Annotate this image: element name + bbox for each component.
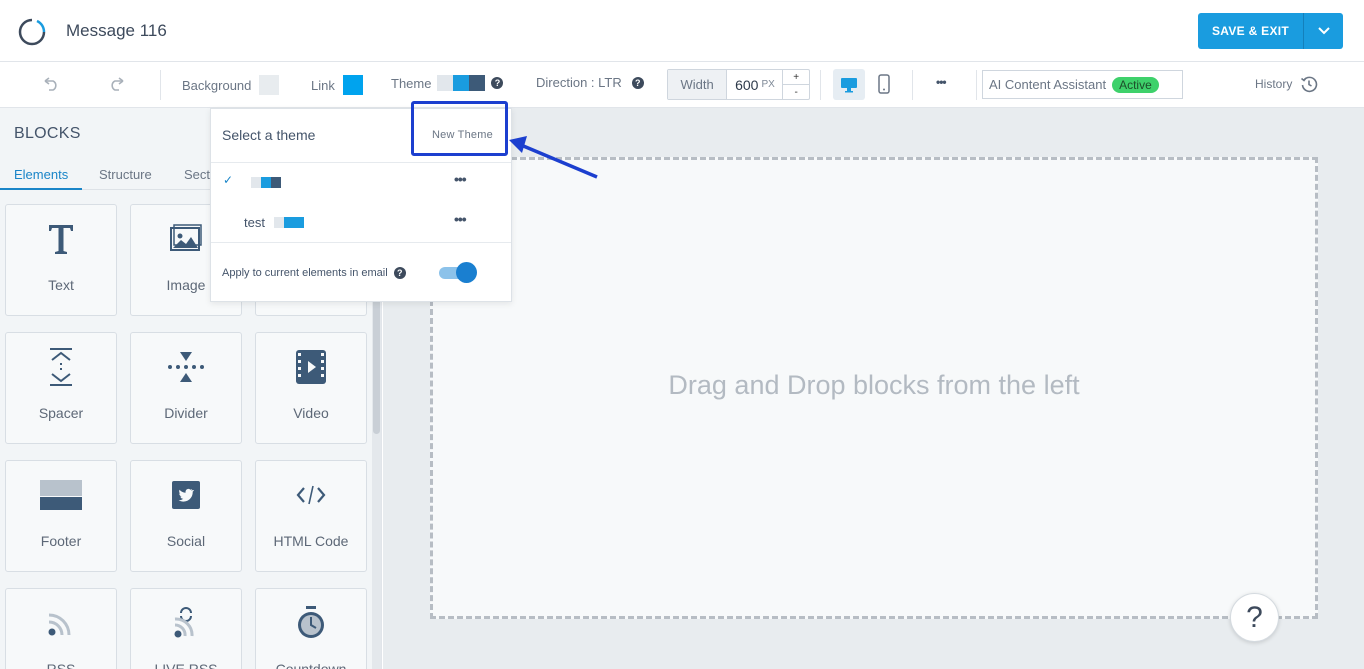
text-icon [6, 219, 116, 259]
drop-zone[interactable]: Drag and Drop blocks from the left [430, 157, 1318, 619]
tab-structure[interactable]: Structure [99, 167, 152, 182]
tab-elements[interactable]: Elements [14, 167, 68, 182]
width-unit: PX [761, 79, 775, 90]
background-swatch[interactable] [259, 75, 280, 95]
more-options-button[interactable]: ••• [936, 75, 947, 89]
toolbar-divider [820, 70, 821, 100]
theme-options-button[interactable]: ••• [454, 211, 467, 227]
divider-icon [131, 347, 241, 387]
width-label: Width [668, 70, 728, 99]
save-options-dropdown[interactable] [1303, 13, 1343, 49]
background-control[interactable]: Background [182, 75, 280, 95]
history-icon [1301, 76, 1318, 93]
link-control[interactable]: Link [311, 75, 363, 95]
block-label: Text [48, 277, 74, 293]
popover-divider [211, 162, 511, 163]
ai-content-assistant[interactable]: AI Content Assistant Active [982, 70, 1183, 99]
highlight-annotation [411, 101, 508, 156]
block-label: HTML Code [273, 533, 349, 549]
direction-help-icon[interactable]: ? [631, 76, 644, 89]
link-swatch[interactable] [342, 75, 363, 95]
ai-status-badge: Active [1112, 76, 1159, 93]
video-icon [256, 347, 366, 387]
history-label: History [1255, 77, 1293, 91]
footer-icon [6, 475, 116, 515]
toolbar-divider [160, 70, 161, 100]
ai-assistant-label: AI Content Assistant [989, 77, 1107, 92]
block-label: RSS [46, 661, 76, 669]
block-label: Social [166, 533, 206, 549]
direction-control[interactable]: Direction : LTR ? [536, 75, 644, 90]
apply-theme-option: Apply to current elements in email ? [222, 267, 406, 279]
theme-help-icon[interactable]: ? [491, 77, 504, 89]
block-label: Video [293, 405, 329, 421]
toolbar-divider [976, 70, 977, 100]
active-tab-indicator [0, 188, 82, 190]
blocks-title: BLOCKS [14, 125, 81, 142]
block-label: Divider [164, 405, 208, 421]
save-exit-button[interactable]: SAVE & EXIT [1198, 13, 1303, 49]
selected-check-icon: ✓ [223, 173, 234, 187]
direction-label: Direction : LTR [536, 75, 622, 90]
theme-control[interactable]: Theme ? [391, 75, 504, 91]
link-label: Link [311, 77, 335, 93]
block-social[interactable]: Social [130, 460, 242, 572]
chevron-down-icon [1317, 27, 1330, 35]
block-label: Spacer [38, 405, 84, 421]
theme-label: Theme [391, 75, 432, 91]
popover-title: Select a theme [222, 127, 316, 143]
tab-sections[interactable]: Sect [184, 167, 210, 182]
twitter-icon [131, 475, 241, 515]
theme-swatch-default[interactable] [251, 177, 281, 188]
top-header: Message 116 SAVE & EXIT [0, 0, 1364, 62]
block-divider[interactable]: Divider [130, 332, 242, 444]
block-video[interactable]: Video [255, 332, 367, 444]
spacer-icon [6, 347, 116, 387]
background-label: Background [182, 77, 252, 93]
toolbar-divider [912, 70, 913, 100]
block-label: Footer [40, 533, 82, 549]
theme-name[interactable]: test [244, 215, 265, 230]
history-button[interactable]: History [1255, 75, 1318, 93]
width-decrement-button[interactable]: - [783, 85, 809, 99]
drop-placeholder: Drag and Drop blocks from the left [668, 370, 1080, 400]
code-icon [256, 475, 366, 515]
block-text[interactable]: Text [5, 204, 117, 316]
theme-options-button[interactable]: ••• [454, 171, 467, 187]
live-rss-icon [131, 603, 241, 643]
theme-swatch-test[interactable] [274, 217, 304, 228]
width-control: Width 600 PX + - [667, 69, 810, 100]
desktop-icon [841, 77, 857, 92]
block-html-code[interactable]: HTML Code [255, 460, 367, 572]
width-input[interactable]: 600 PX [727, 70, 782, 99]
theme-preview[interactable] [437, 75, 486, 91]
message-title: Message 116 [66, 21, 167, 40]
block-spacer[interactable]: Spacer [5, 332, 117, 444]
redo-icon[interactable] [108, 77, 128, 91]
block-label: Countdown [275, 661, 347, 669]
sidebar-scrollbar-thumb[interactable] [373, 294, 380, 434]
block-footer[interactable]: Footer [5, 460, 117, 572]
block-countdown[interactable]: Countdown [255, 588, 367, 669]
width-stepper: + - [782, 70, 809, 99]
mobile-view-icon[interactable] [878, 74, 890, 94]
apply-help-icon[interactable]: ? [393, 267, 406, 279]
help-button[interactable]: ? [1230, 593, 1279, 642]
app-logo-icon [18, 18, 46, 46]
undo-icon[interactable] [40, 77, 60, 91]
apply-label: Apply to current elements in email [222, 267, 388, 279]
width-value: 600 [735, 76, 759, 93]
popover-divider [211, 242, 511, 243]
block-live-rss[interactable]: LIVE RSS [130, 588, 242, 669]
timer-icon [256, 603, 366, 643]
apply-toggle-knob[interactable] [456, 262, 477, 283]
editor-toolbar: Background Link Theme ? Direction : LTR … [0, 62, 1364, 108]
block-rss[interactable]: RSS [5, 588, 117, 669]
rss-icon [6, 603, 116, 643]
width-increment-button[interactable]: + [783, 70, 809, 85]
block-label: LIVE RSS [154, 661, 218, 669]
desktop-view-button[interactable] [833, 69, 865, 100]
